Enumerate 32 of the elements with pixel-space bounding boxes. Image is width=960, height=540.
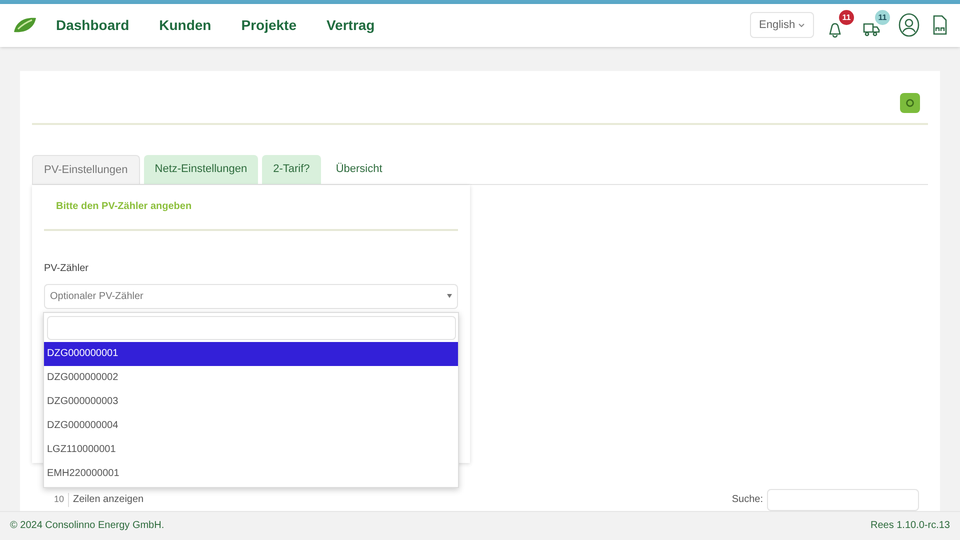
copyright-text: © 2024 Consolinno Energy GmbH. bbox=[10, 519, 164, 534]
tab[interactable]: Netz-Einstellungen bbox=[144, 154, 258, 184]
nav-link[interactable]: Dashboard bbox=[56, 14, 130, 36]
dropdown-option[interactable]: EMH220000001 bbox=[44, 462, 458, 486]
dropdown-option[interactable]: DZG000000001 bbox=[44, 342, 458, 366]
caret-icon bbox=[447, 294, 452, 298]
section-heading: Bitte den PV-Zähler angeben bbox=[56, 200, 192, 214]
tab[interactable]: PV-Einstellungen bbox=[32, 154, 140, 184]
user-icon[interactable] bbox=[898, 13, 920, 38]
search-label: Suche: bbox=[732, 493, 763, 508]
nav-link[interactable]: Kunden bbox=[159, 14, 212, 36]
page-size-select[interactable]: 10 bbox=[54, 493, 70, 506]
document-icon[interactable] bbox=[932, 15, 948, 36]
leaf-logo-icon bbox=[12, 16, 38, 34]
tab[interactable]: 2-Tarif? bbox=[262, 154, 321, 184]
dropdown-option[interactable]: DZG000000003 bbox=[44, 390, 458, 414]
notification-badge: 11 bbox=[875, 10, 890, 26]
nav-link[interactable]: Projekte bbox=[241, 14, 296, 36]
chevron-down-icon bbox=[798, 22, 805, 28]
dropdown-search-field[interactable] bbox=[47, 316, 456, 340]
page-size-label: Zeilen anzeigen bbox=[73, 493, 144, 508]
meter-select[interactable]: Optionaler PV-Zähler bbox=[44, 284, 458, 309]
notification-badge: 11 bbox=[839, 10, 854, 26]
field-label: PV-Zähler bbox=[44, 262, 90, 276]
dropdown-option[interactable]: DZG000000002 bbox=[44, 366, 458, 390]
settings-button[interactable] bbox=[900, 92, 920, 113]
dropdown-option[interactable]: DZG000000004 bbox=[44, 414, 458, 438]
dropdown-option[interactable]: LGZ110000001 bbox=[44, 438, 458, 462]
nav-link[interactable]: Vertrag bbox=[326, 14, 375, 36]
language-select[interactable]: English bbox=[750, 12, 814, 38]
search-field[interactable] bbox=[767, 488, 919, 511]
version-text: Rees 1.10.0-rc.13 bbox=[870, 519, 950, 534]
